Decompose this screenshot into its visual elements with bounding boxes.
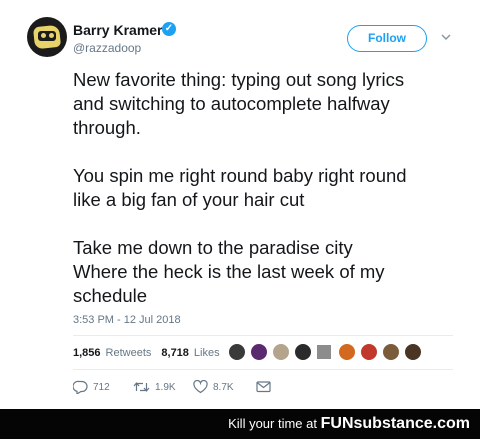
reply-icon bbox=[72, 380, 88, 396]
tweet-card: Barry Kramer ✓ @razzadoop Follow New fav… bbox=[0, 0, 480, 409]
watermark-text: Kill your time at FUNsubstance.com bbox=[228, 415, 470, 433]
liker-avatar[interactable] bbox=[250, 343, 268, 361]
tweet-timestamp[interactable]: 3:53 PM - 12 Jul 2018 bbox=[73, 314, 181, 326]
verified-badge-icon: ✓ bbox=[162, 22, 176, 36]
reply-action[interactable]: 712 bbox=[72, 380, 110, 396]
retweets-label[interactable]: Retweets bbox=[106, 347, 152, 359]
watermark-brand: FUNsubstance.com bbox=[320, 415, 470, 432]
tweet-line: through. bbox=[73, 117, 141, 138]
liker-avatar[interactable] bbox=[294, 343, 312, 361]
avatar-eye bbox=[41, 33, 46, 38]
follow-button[interactable]: Follow bbox=[347, 25, 427, 52]
liker-avatar[interactable] bbox=[338, 343, 356, 361]
liker-avatar[interactable] bbox=[360, 343, 378, 361]
heart-icon bbox=[193, 379, 208, 394]
author-handle[interactable]: @razzadoop bbox=[73, 41, 141, 55]
retweets-count[interactable]: 1,856 bbox=[73, 347, 101, 359]
avatar[interactable] bbox=[27, 17, 67, 57]
tweet-line: Take me down to the paradise city bbox=[73, 237, 353, 258]
tweet-line: New favorite thing: typing out song lyri… bbox=[73, 69, 405, 90]
liker-avatar[interactable] bbox=[316, 344, 332, 360]
author-name[interactable]: Barry Kramer bbox=[73, 22, 163, 38]
watermark-banner: Kill your time at FUNsubstance.com bbox=[0, 409, 480, 439]
liker-avatar[interactable] bbox=[272, 343, 290, 361]
like-action[interactable]: 8.7K bbox=[193, 379, 234, 394]
envelope-icon bbox=[256, 381, 271, 393]
like-count: 8.7K bbox=[213, 381, 234, 393]
retweet-action[interactable]: 1.9K bbox=[133, 380, 176, 394]
retweet-icon bbox=[133, 382, 150, 392]
reply-count: 712 bbox=[93, 381, 110, 393]
retweet-count: 1.9K bbox=[155, 381, 176, 393]
likes-count[interactable]: 8,718 bbox=[161, 347, 189, 359]
dm-action[interactable] bbox=[256, 380, 271, 393]
liker-avatar[interactable] bbox=[404, 343, 422, 361]
tweet-line: You spin me right round baby right round bbox=[73, 165, 407, 186]
tweet-text: New favorite thing: typing out song lyri… bbox=[73, 68, 473, 308]
engagement-stats: 1,856 Retweets 8,718 Likes bbox=[73, 347, 220, 359]
liker-avatar[interactable] bbox=[228, 343, 246, 361]
liker-avatar[interactable] bbox=[382, 343, 400, 361]
chevron-down-icon[interactable] bbox=[440, 31, 452, 43]
tweet-line: and switching to autocomplete halfway bbox=[73, 93, 390, 114]
watermark-prefix: Kill your time at bbox=[228, 416, 317, 431]
divider bbox=[73, 369, 453, 370]
tweet-line: schedule bbox=[73, 285, 148, 306]
tweet-line: Where the heck is the last week of my bbox=[73, 261, 385, 282]
divider bbox=[73, 335, 453, 336]
avatar-eye bbox=[49, 33, 54, 38]
tweet-line: like a big fan of your hair cut bbox=[73, 189, 305, 210]
likes-label[interactable]: Likes bbox=[194, 347, 220, 359]
